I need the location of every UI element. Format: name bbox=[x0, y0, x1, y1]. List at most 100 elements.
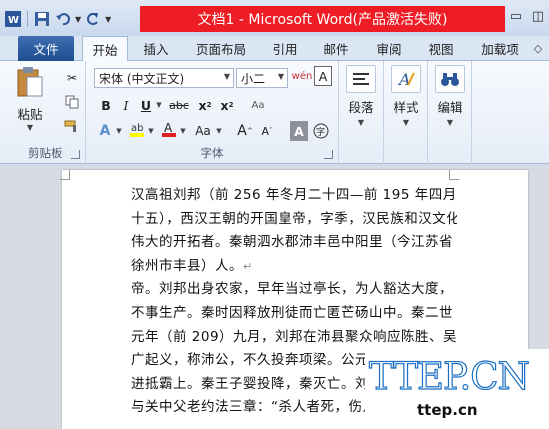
font-size-value: 小二 bbox=[241, 71, 266, 86]
svg-text:字: 字 bbox=[316, 126, 325, 138]
change-case-button[interactable]: Aa bbox=[190, 121, 216, 141]
svg-text:A: A bbox=[164, 121, 173, 135]
shrink-font-mark: ˇ bbox=[269, 127, 273, 135]
bold-button[interactable]: B bbox=[98, 95, 114, 115]
character-shading-icon[interactable]: A bbox=[290, 121, 308, 141]
save-icon[interactable] bbox=[33, 10, 51, 28]
tab-home[interactable]: 开始 bbox=[82, 36, 128, 62]
paste-label: 粘贴 bbox=[17, 107, 43, 122]
character-border-icon[interactable]: A bbox=[314, 66, 332, 86]
editing-button[interactable]: 编辑 ▼ bbox=[435, 65, 465, 127]
doc-line: 十五），西汉王朝的开国皇帝，字季，汉民族和汉文化 bbox=[131, 210, 457, 227]
window-title: 文档1 - Microsoft Word(产品激活失败) bbox=[140, 6, 505, 32]
qat-separator bbox=[27, 11, 28, 27]
grow-font-mark: ^ bbox=[246, 127, 253, 135]
tab-view[interactable]: 视图 bbox=[418, 36, 464, 61]
binoculars-icon bbox=[435, 65, 465, 93]
subscript-button[interactable]: x2 bbox=[196, 95, 214, 115]
paste-dropdown-icon[interactable]: ▼ bbox=[6, 123, 54, 132]
restore-icon[interactable]: ◫ bbox=[527, 6, 549, 26]
paragraph-group: 段落 ▼ bbox=[339, 61, 384, 164]
grow-font-button[interactable]: A ^ bbox=[236, 121, 254, 141]
highlight-dropdown-icon[interactable]: ▼ bbox=[147, 121, 155, 141]
editing-label: 编辑 bbox=[437, 100, 463, 115]
ribbon-tabs: 文件 开始 插入 页面布局 引用 邮件 审阅 视图 加载项 ◇ bbox=[0, 36, 549, 62]
ribbon: 粘贴 ▼ ✂ 剪贴板 宋体 (中文正文) ▼ 小二 ▼ wén A B I U … bbox=[0, 61, 549, 164]
font-size-dropdown-icon[interactable]: ▼ bbox=[278, 72, 284, 81]
enclose-characters-icon[interactable]: 字 bbox=[312, 121, 330, 141]
font-color-dropdown-icon[interactable]: ▼ bbox=[179, 121, 187, 141]
text-effects-dropdown-icon[interactable]: ▼ bbox=[115, 121, 123, 141]
shrink-font-button[interactable]: Aˇ bbox=[258, 121, 276, 141]
superscript-button[interactable]: x2 bbox=[218, 95, 236, 115]
undo-icon[interactable] bbox=[54, 10, 72, 28]
doc-line: 元年（前 209）九月，刘邦在沛县聚众响应陈胜、吴 bbox=[131, 328, 457, 345]
styles-group: A 样式 ▼ bbox=[384, 61, 428, 164]
doc-line: 不事生产。秦时因释放刑徒而亡匿芒砀山中。秦二世 bbox=[131, 304, 453, 321]
tab-insert[interactable]: 插入 bbox=[133, 36, 179, 61]
paste-icon bbox=[17, 67, 43, 97]
subscript-mark: 2 bbox=[206, 101, 212, 109]
doc-line: 徐州市丰县）人。 bbox=[131, 257, 243, 274]
title-bar: W ▼ ▼ 文档1 - Microsoft Word(产品激活失败) ▭ ◫ bbox=[0, 0, 549, 36]
tab-page-layout[interactable]: 页面布局 bbox=[188, 36, 254, 61]
word-logo-icon[interactable]: W bbox=[4, 10, 22, 28]
redo-icon[interactable] bbox=[84, 10, 102, 28]
crop-mark-left bbox=[60, 170, 70, 180]
highlight-icon[interactable]: ab bbox=[128, 119, 146, 139]
strikethrough-button[interactable]: abc bbox=[166, 95, 192, 115]
text-effects-icon[interactable]: A bbox=[96, 121, 114, 141]
styles-label: 样式 bbox=[393, 100, 419, 115]
editing-dropdown-icon[interactable]: ▼ bbox=[435, 118, 465, 127]
font-name-value: 宋体 (中文正文) bbox=[99, 71, 185, 86]
underline-button[interactable]: U bbox=[138, 95, 154, 115]
paragraph-label: 段落 bbox=[348, 100, 374, 115]
underline-dropdown-icon[interactable]: ▼ bbox=[155, 95, 163, 115]
undo-dropdown-icon[interactable]: ▼ bbox=[75, 15, 81, 24]
font-group-label: 字体 bbox=[200, 146, 224, 160]
doc-line: 帝。刘邦出身农家，早年当过亭长，为人豁达大度， bbox=[131, 281, 453, 298]
font-group: 宋体 (中文正文) ▼ 小二 ▼ wén A B I U ▼ abc x2 x2… bbox=[86, 61, 339, 164]
svg-text:A: A bbox=[397, 70, 411, 89]
font-name-select[interactable]: 宋体 (中文正文) ▼ bbox=[94, 68, 234, 88]
watermark: TTEP.CN ttep.cn bbox=[365, 349, 549, 429]
tab-references[interactable]: 引用 bbox=[262, 36, 308, 61]
styles-button[interactable]: A 样式 ▼ bbox=[391, 65, 421, 127]
window-controls: ▭ ◫ bbox=[505, 6, 549, 26]
minimize-icon[interactable]: ▭ bbox=[505, 6, 527, 26]
styles-icon: A bbox=[391, 65, 421, 93]
font-color-icon[interactable]: A bbox=[160, 119, 178, 139]
paragraph-dropdown-icon[interactable]: ▼ bbox=[346, 118, 376, 127]
tab-file[interactable]: 文件 bbox=[18, 36, 74, 61]
styles-dropdown-icon[interactable]: ▼ bbox=[391, 118, 421, 127]
doc-line: 汉高祖刘邦（前 256 年冬月二十四—前 195 年四月二 bbox=[131, 187, 457, 203]
watermark-url: ttep.cn bbox=[417, 401, 478, 419]
paragraph-icon bbox=[346, 65, 376, 93]
font-launcher-icon[interactable] bbox=[324, 150, 333, 159]
font-name-dropdown-icon[interactable]: ▼ bbox=[224, 72, 230, 81]
paste-button[interactable]: 粘贴 ▼ bbox=[6, 65, 54, 132]
phonetic-guide-icon[interactable]: wén bbox=[292, 66, 313, 86]
tab-mailings[interactable]: 邮件 bbox=[313, 36, 359, 61]
cut-icon[interactable]: ✂ bbox=[62, 69, 82, 87]
superscript-mark: 2 bbox=[228, 101, 234, 109]
clipboard-launcher-icon[interactable] bbox=[71, 150, 80, 159]
quick-access-toolbar: W ▼ ▼ bbox=[4, 8, 111, 30]
format-painter-icon[interactable] bbox=[62, 117, 82, 135]
clear-formatting-icon[interactable]: Aa bbox=[248, 95, 268, 115]
italic-button[interactable]: I bbox=[118, 95, 134, 115]
paragraph-button[interactable]: 段落 ▼ bbox=[346, 65, 376, 127]
customize-qat-icon[interactable]: ▼ bbox=[105, 15, 111, 24]
tab-review[interactable]: 审阅 bbox=[366, 36, 412, 61]
svg-text:ab: ab bbox=[131, 123, 143, 134]
subscript-label: x bbox=[198, 97, 207, 113]
tab-addins[interactable]: 加载项 bbox=[472, 36, 528, 61]
help-icon[interactable]: ◇ bbox=[527, 36, 549, 61]
copy-icon[interactable] bbox=[62, 93, 82, 111]
doc-line-with-mark: 徐州市丰县）人。↵ bbox=[131, 255, 457, 279]
superscript-label: x bbox=[220, 97, 229, 113]
font-size-select[interactable]: 小二 ▼ bbox=[236, 68, 288, 88]
change-case-dropdown-icon[interactable]: ▼ bbox=[215, 121, 223, 141]
svg-text:W: W bbox=[8, 15, 19, 26]
editing-group: 编辑 ▼ bbox=[428, 61, 472, 164]
